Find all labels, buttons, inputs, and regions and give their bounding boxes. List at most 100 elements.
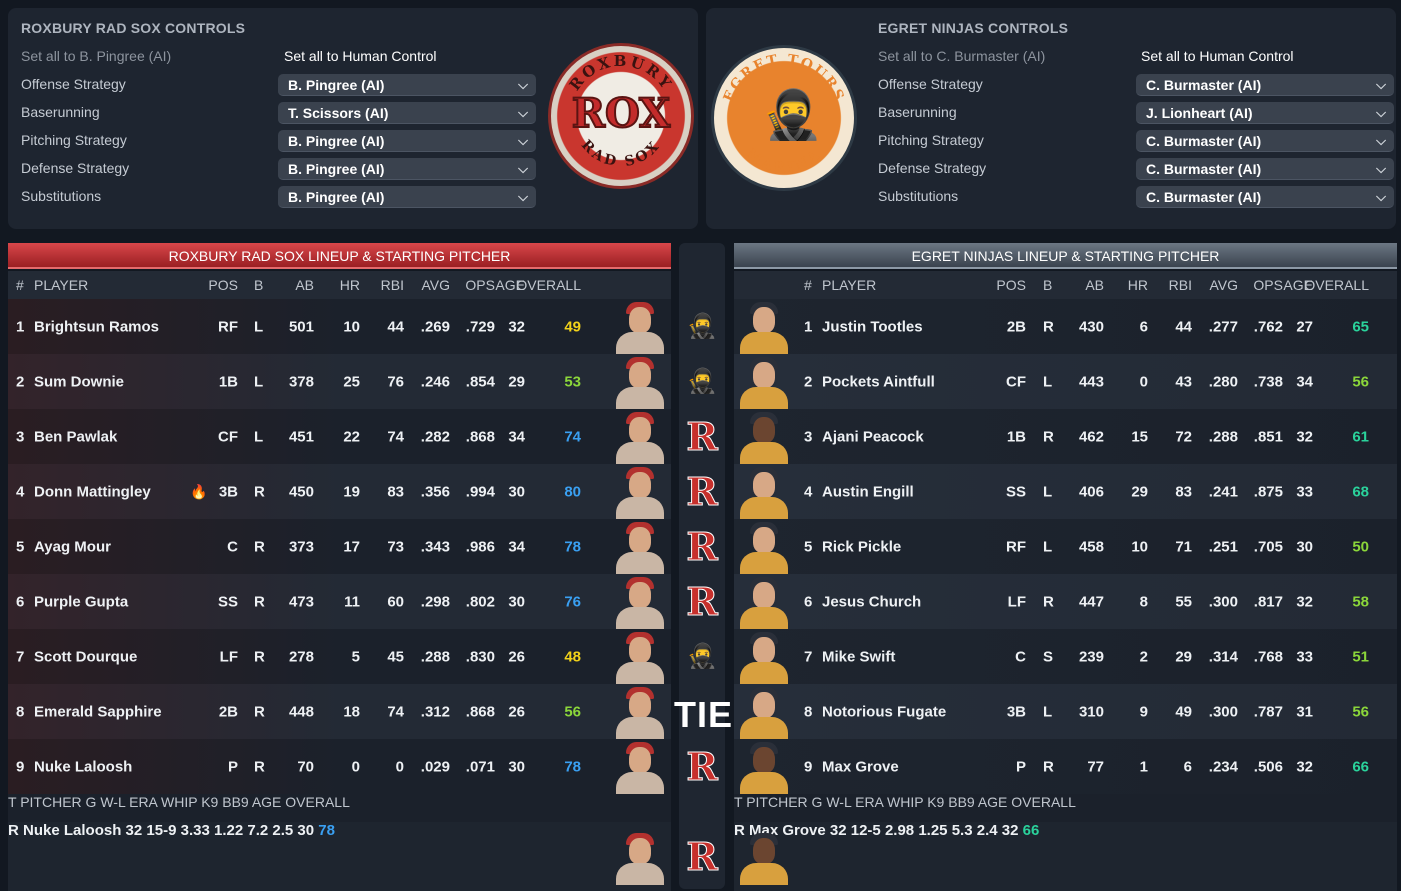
col-b[interactable]: B	[1043, 277, 1052, 293]
player-name[interactable]: Emerald Sapphire	[34, 703, 162, 720]
player-name[interactable]: Ben Pawlak	[34, 428, 117, 445]
col-hr[interactable]: HR	[340, 277, 360, 293]
set-all-ai-button[interactable]: Set all to C. Burmaster (AI)	[878, 48, 1045, 64]
table-row[interactable]: 6 Purple Gupta SS R 473 11 60 .298 .802 30 76	[8, 574, 671, 629]
defense-strategy-select[interactable]: B. Pingree (AI) ⌵	[278, 158, 536, 180]
col-overall[interactable]: OVERALL	[1304, 277, 1369, 293]
col-pos[interactable]: POS	[996, 277, 1026, 293]
table-row[interactable]: 8 Notorious Fugate 3B L 310 9 49 .300 .787 31 56	[734, 684, 1397, 739]
pitcher-name[interactable]: Nuke Laloosh	[23, 822, 121, 839]
baserunning-value: T. Scissors (AI)	[288, 105, 389, 121]
player-name[interactable]: Ayag Mour	[34, 538, 111, 555]
col-avg[interactable]: AVG	[421, 277, 450, 293]
baserunning-select[interactable]: J. Lionheart (AI) ⌵	[1136, 102, 1394, 124]
player-portrait	[736, 739, 792, 794]
col-player[interactable]: PLAYER	[822, 277, 876, 293]
player-name[interactable]: Brightsun Ramos	[34, 318, 159, 335]
player-name[interactable]: Rick Pickle	[822, 538, 901, 555]
col-hr[interactable]: HR	[1128, 277, 1148, 293]
player-name[interactable]: Jesus Church	[822, 593, 921, 610]
starting-pitcher-row[interactable]: R Max Grove 32 12-5 2.98 1.25 5.3 2.4 32…	[734, 822, 1397, 891]
table-row[interactable]: 4 Austin Engill SS L 406 29 83 .241 .875 33 68	[734, 464, 1397, 519]
player-bats: L	[1043, 538, 1053, 555]
col-rbi[interactable]: RBI	[1169, 277, 1192, 293]
player-portrait	[612, 464, 668, 519]
col-pos[interactable]: POS	[208, 277, 238, 293]
table-row[interactable]: 9 Max Grove P R 77 1 6 .234 .506 32 66	[734, 739, 1397, 794]
col-age: AGE	[977, 794, 1008, 810]
defense-strategy-select[interactable]: C. Burmaster (AI) ⌵	[1136, 158, 1394, 180]
player-portrait	[736, 684, 792, 739]
matchup-cell: R	[679, 519, 725, 574]
player-bats: L	[254, 428, 264, 445]
player-name[interactable]: Austin Engill	[822, 483, 914, 500]
table-row[interactable]: 1 Brightsun Ramos RF L 501 10 44 .269 .729 32 49	[8, 299, 671, 354]
col-ops[interactable]: OPS	[1253, 277, 1283, 293]
player-avg: .300	[1208, 593, 1238, 610]
player-name[interactable]: Ajani Peacock	[822, 428, 924, 445]
player-name[interactable]: Pockets Aintfull	[822, 373, 935, 390]
player-name[interactable]: Donn Mattingley	[34, 483, 151, 500]
roxbury-advantage-icon: R	[686, 579, 719, 625]
col-ab[interactable]: AB	[1085, 277, 1104, 293]
player-rbi: 83	[1175, 483, 1192, 500]
table-row[interactable]: 7 Scott Dourque LF R 278 5 45 .288 .830 26 48	[8, 629, 671, 684]
player-position: RF	[1006, 538, 1026, 555]
table-row[interactable]: 3 Ajani Peacock 1B R 462 15 72 .288 .851 32 61	[734, 409, 1397, 464]
offense-strategy-select[interactable]: C. Burmaster (AI) ⌵	[1136, 74, 1394, 96]
player-bats: R	[1043, 428, 1054, 445]
table-row[interactable]: 2 Sum Downie 1B L 378 25 76 .246 .854 29 53	[8, 354, 671, 409]
substitutions-select[interactable]: C. Burmaster (AI) ⌵	[1136, 186, 1394, 208]
player-rbi: 71	[1175, 538, 1192, 555]
starting-pitcher-row[interactable]: R Nuke Laloosh 32 15-9 3.33 1.22 7.2 2.5…	[8, 822, 671, 891]
col-player[interactable]: PLAYER	[34, 277, 88, 293]
table-row[interactable]: 2 Pockets Aintfull CF L 443 0 43 .280 .738 34 56	[734, 354, 1397, 409]
player-name[interactable]: Sum Downie	[34, 373, 124, 390]
pitching-strategy-select[interactable]: C. Burmaster (AI) ⌵	[1136, 130, 1394, 152]
column-header-row: # PLAYER POS B AB HR RBI AVG OPS AGE OVE…	[8, 271, 671, 299]
table-row[interactable]: 7 Mike Swift C S 239 2 29 .314 .768 33 51	[734, 629, 1397, 684]
player-name[interactable]: Notorious Fugate	[822, 703, 946, 720]
away-controls-title: EGRET NINJAS CONTROLS	[878, 20, 1069, 36]
player-ab: 462	[1078, 428, 1104, 445]
table-row[interactable]: 4 Donn Mattingley 3B R 450 19 83 .356 .994 30 80 🔥	[8, 464, 671, 519]
table-row[interactable]: 6 Jesus Church LF R 447 8 55 .300 .817 32 58	[734, 574, 1397, 629]
pitching-strategy-select[interactable]: B. Pingree (AI) ⌵	[278, 130, 536, 152]
substitutions-select[interactable]: B. Pingree (AI) ⌵	[278, 186, 536, 208]
player-name[interactable]: Mike Swift	[822, 648, 895, 665]
table-row[interactable]: 1 Justin Tootles 2B R 430 6 44 .277 .762 27 65	[734, 299, 1397, 354]
player-overall: 51	[1352, 648, 1369, 665]
player-name[interactable]: Nuke Laloosh	[34, 758, 132, 775]
player-name[interactable]: Purple Gupta	[34, 593, 128, 610]
lineup-slot: 9	[16, 758, 25, 775]
player-avg: .282	[420, 428, 450, 445]
col-avg[interactable]: AVG	[1209, 277, 1238, 293]
table-row[interactable]: 9 Nuke Laloosh P R 70 0 0 .029 .071 30 78	[8, 739, 671, 794]
player-bats: R	[254, 703, 265, 720]
player-bats: L	[1043, 483, 1053, 500]
player-name[interactable]: Scott Dourque	[34, 648, 137, 665]
player-overall: 78	[564, 758, 581, 775]
player-name[interactable]: Justin Tootles	[822, 318, 923, 335]
baserunning-select[interactable]: T. Scissors (AI) ⌵	[278, 102, 536, 124]
col-rbi[interactable]: RBI	[381, 277, 404, 293]
set-all-human-button[interactable]: Set all to Human Control	[1141, 48, 1294, 64]
egret-ring-bottom: MARINA	[743, 146, 822, 177]
offense-strategy-select[interactable]: B. Pingree (AI) ⌵	[278, 74, 536, 96]
table-row[interactable]: 8 Emerald Sapphire 2B R 448 18 74 .312 .868 26 56	[8, 684, 671, 739]
set-all-human-button[interactable]: Set all to Human Control	[284, 48, 437, 64]
col-overall[interactable]: OVERALL	[516, 277, 581, 293]
set-all-ai-button[interactable]: Set all to B. Pingree (AI)	[21, 48, 171, 64]
table-row[interactable]: 5 Rick Pickle RF L 458 10 71 .251 .705 30 50	[734, 519, 1397, 574]
player-position: 2B	[1006, 318, 1026, 335]
pitcher-header-row: T PITCHER G W-L ERA WHIP K9 BB9 AGE OVER…	[734, 794, 1397, 822]
table-row[interactable]: 3 Ben Pawlak CF L 451 22 74 .282 .868 34 74	[8, 409, 671, 464]
player-ops: .729	[465, 318, 495, 335]
col-b[interactable]: B	[254, 277, 263, 293]
col-ab[interactable]: AB	[295, 277, 314, 293]
col-ops[interactable]: OPS	[465, 277, 495, 293]
player-name[interactable]: Max Grove	[822, 758, 899, 775]
table-row[interactable]: 5 Ayag Mour C R 373 17 73 .343 .986 34 78	[8, 519, 671, 574]
col-pitcher: PITCHER	[746, 794, 808, 810]
player-overall: 74	[564, 428, 581, 445]
